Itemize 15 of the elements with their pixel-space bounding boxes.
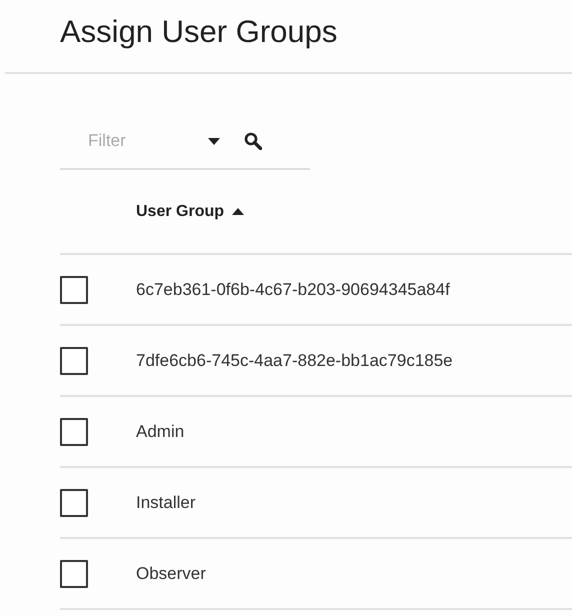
user-group-name: 6c7eb361-0f6b-4c67-b203-90694345a84f: [136, 280, 450, 300]
page-title: Assign User Groups: [59, 13, 338, 51]
column-header[interactable]: User Group: [136, 202, 244, 220]
checkbox[interactable]: [60, 346, 88, 374]
checkbox[interactable]: [60, 418, 88, 446]
user-group-name: Admin: [136, 422, 184, 442]
caret-icon[interactable]: [208, 138, 220, 144]
checkbox[interactable]: [60, 276, 88, 304]
filter-field[interactable]: Filter: [86, 130, 200, 152]
checkbox[interactable]: [60, 560, 88, 588]
user-group-name: Observer: [136, 564, 206, 584]
user-group-name: Installer: [136, 492, 196, 512]
checkbox[interactable]: [60, 488, 88, 516]
user-group-name: 7dfe6cb6-745c-4aa7-882e-bb1ac79c185e: [136, 350, 453, 370]
search-icon[interactable]: [244, 132, 262, 150]
